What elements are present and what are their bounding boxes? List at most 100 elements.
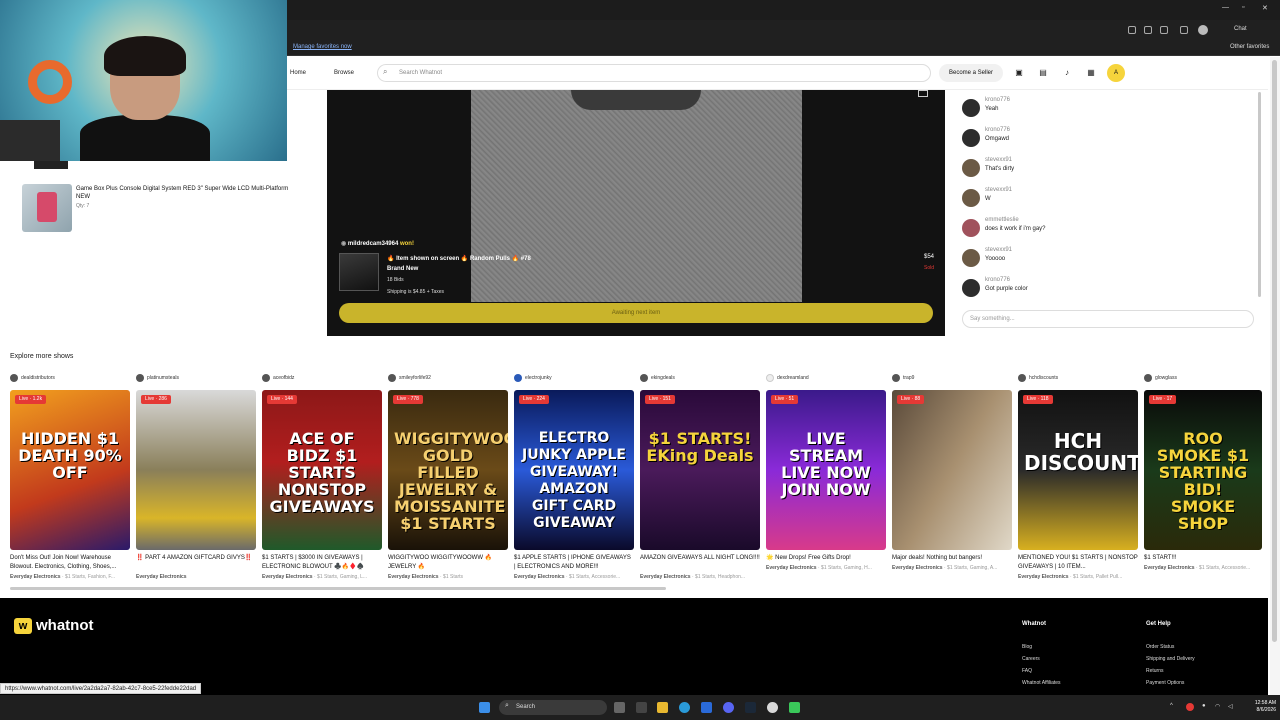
discord-icon[interactable] <box>723 702 734 713</box>
other-favorites[interactable]: Other favorites <box>1230 44 1269 50</box>
chat-scrollbar[interactable] <box>1258 92 1261 297</box>
chat-username[interactable]: stevexx91 <box>985 247 1012 253</box>
footer-link-order-status[interactable]: Order Status <box>1146 644 1174 650</box>
live-badge: Live · 51 <box>771 395 799 404</box>
minimize-icon[interactable]: — <box>1222 4 1229 11</box>
steam-icon[interactable] <box>745 702 756 713</box>
chat-username[interactable]: krono776 <box>985 97 1010 103</box>
extensions-icon[interactable] <box>1160 26 1168 34</box>
footer-link-blog[interactable]: Blog <box>1022 644 1032 650</box>
obs-icon[interactable] <box>767 702 778 713</box>
host-name[interactable]: dealdistributors <box>21 375 55 381</box>
show-card[interactable]: dealdistributors HIDDEN $1 DEATH 90% OFF… <box>10 373 130 585</box>
notifications-bell-icon[interactable]: ♪ <box>1062 68 1072 78</box>
show-title[interactable]: MENTIONED YOU! $1 STARTS | NONSTOP GIVEA… <box>1018 554 1138 572</box>
nav-home[interactable]: Home <box>290 70 306 76</box>
show-thumbnail[interactable]: ROO SMOKE $1 STARTING BID! SMOKE SHOP Liv… <box>1144 390 1262 550</box>
show-card[interactable]: dexdreamland LIVE STREAM LIVE NOW JOIN N… <box>766 373 886 585</box>
show-title[interactable]: $1 APPLE STARTS | IPHONE GIVEAWAYS | ELE… <box>514 554 634 572</box>
host-name[interactable]: glowglass <box>1155 375 1177 381</box>
mic-icon[interactable]: ● <box>1202 703 1206 709</box>
footer-link-careers[interactable]: Careers <box>1022 656 1040 662</box>
footer-link-affiliates[interactable]: Whatnot Affiliates <box>1022 680 1061 686</box>
file-explorer-icon[interactable] <box>657 702 668 713</box>
task-view-icon[interactable] <box>614 702 625 713</box>
show-title[interactable]: Don't Miss Out! Join Now! Warehouse Blow… <box>10 554 130 572</box>
profile-avatar[interactable] <box>1198 25 1208 35</box>
show-card[interactable]: aceofbidz ACE OF BIDZ $1 STARTS NONSTOP … <box>262 373 382 585</box>
item-title[interactable]: Game Box Plus Console Digital System RED… <box>76 185 291 201</box>
favorite-star-icon[interactable] <box>1144 26 1152 34</box>
host-name[interactable]: aceofbidz <box>273 375 294 381</box>
show-thumbnail[interactable]: LIVE STREAM LIVE NOW JOIN NOW Live · 51 <box>766 390 886 550</box>
show-thumbnail[interactable]: WIGGITYWOO GOLD FILLED JEWELRY & MOISSAN… <box>388 390 508 550</box>
taskbar-clock[interactable]: 12:58 AM 8/6/2026 <box>1242 700 1276 714</box>
chat-username[interactable]: krono776 <box>985 127 1010 133</box>
volume-icon[interactable]: ◁ <box>1228 703 1233 710</box>
edge-icon[interactable] <box>679 702 690 713</box>
show-card[interactable]: electrojunky ELECTRO JUNKY APPLE GIVEAWA… <box>514 373 634 585</box>
become-seller-button[interactable]: Become a Seller <box>939 64 1003 82</box>
wifi-icon[interactable]: ◠ <box>1215 703 1220 710</box>
tray-app-icon[interactable] <box>1186 703 1194 711</box>
host-name[interactable]: ekingdeals <box>651 375 675 381</box>
show-thumbnail[interactable]: HCH DISCOUNTS Live · 118 <box>1018 390 1138 550</box>
close-icon[interactable]: ✕ <box>1262 4 1268 12</box>
page-scrollbar[interactable] <box>1272 60 1277 642</box>
show-thumbnail[interactable]: $1 STARTS! EKing Deals Live · 151 <box>640 390 760 550</box>
host-name[interactable]: smileyforlife92 <box>399 375 431 381</box>
host-name[interactable]: hchdiscounts <box>1029 375 1058 381</box>
mail-icon[interactable] <box>701 702 712 713</box>
shows-scrollbar[interactable] <box>10 587 666 590</box>
show-card[interactable]: platinumsteals Live · 286 ‼️ PART 4 AMAZ… <box>136 373 256 585</box>
fullscreen-icon[interactable] <box>918 90 928 97</box>
show-title[interactable]: WIGGITYWOO WIGGITYWOOWW 🔥 JEWELRY 🔥 <box>388 554 508 572</box>
show-title[interactable]: $1 START!!! <box>1144 554 1262 563</box>
show-card[interactable]: glowglass ROO SMOKE $1 STARTING BID! SMO… <box>1144 373 1262 585</box>
show-title[interactable]: Major deals! Nothing but bangers! <box>892 554 1012 563</box>
show-card[interactable]: hchdiscounts HCH DISCOUNTS Live · 118 MEN… <box>1018 373 1138 585</box>
gift-icon[interactable]: ▦ <box>1086 68 1096 78</box>
show-card[interactable]: smileyforlife92 WIGGITYWOO GOLD FILLED J… <box>388 373 508 585</box>
whatnot-logo-icon[interactable]: w <box>14 618 32 634</box>
host-name[interactable]: trap9 <box>903 375 914 381</box>
maximize-icon[interactable]: ▫ <box>1242 4 1244 11</box>
show-card[interactable]: trap9 Live · 88 Major deals! Nothing but… <box>892 373 1012 585</box>
footer-link-payment[interactable]: Payment Options <box>1146 680 1184 686</box>
chat-username[interactable]: stevexx91 <box>985 157 1012 163</box>
search-input[interactable] <box>377 64 931 82</box>
host-name[interactable]: dexdreamland <box>777 375 809 381</box>
show-thumbnail[interactable]: Live · 88 <box>892 390 1012 550</box>
footer-link-faq[interactable]: FAQ <box>1022 668 1032 674</box>
favorites-icon[interactable] <box>1180 26 1188 34</box>
chat-username[interactable]: emmettleslie <box>985 217 1019 223</box>
show-title[interactable]: ‼️ PART 4 AMAZON GIFTCARD GIVYS‼️ <box>136 554 256 563</box>
chat-username[interactable]: krono776 <box>985 277 1010 283</box>
show-thumbnail[interactable]: Live · 286 <box>136 390 256 550</box>
host-name[interactable]: platinumsteals <box>147 375 179 381</box>
tray-overflow-icon[interactable]: ^ <box>1170 703 1173 709</box>
user-avatar[interactable]: A <box>1107 64 1125 82</box>
item-thumbnail[interactable] <box>22 184 72 232</box>
messages-icon[interactable]: ▤ <box>1038 68 1048 78</box>
reading-view-icon[interactable] <box>1128 26 1136 34</box>
show-title[interactable]: $1 STARTS | $3000 IN GIVEAWAYS | ELECTRO… <box>262 554 382 572</box>
nav-browse[interactable]: Browse <box>334 70 354 76</box>
copilot-chat-button[interactable]: Chat <box>1234 26 1247 32</box>
show-card[interactable]: ekingdeals $1 STARTS! EKing Deals Live · … <box>640 373 760 585</box>
host-name[interactable]: electrojunky <box>525 375 552 381</box>
show-thumbnail[interactable]: ELECTRO JUNKY APPLE GIVEAWAY! AMAZON GIF… <box>514 390 634 550</box>
footer-link-returns[interactable]: Returns <box>1146 668 1164 674</box>
show-thumbnail[interactable]: ACE OF BIDZ $1 STARTS NONSTOP GIVEAWAYS L… <box>262 390 382 550</box>
app-icon[interactable] <box>789 702 800 713</box>
show-thumbnail[interactable]: HIDDEN $1 DEATH 90% OFF Live · 1.2k <box>10 390 130 550</box>
chat-username[interactable]: stevexx91 <box>985 187 1012 193</box>
show-title[interactable]: 🌟 New Drops! Free Gifts Drop! <box>766 554 886 563</box>
whatnot-logo[interactable]: whatnot <box>36 617 94 634</box>
widgets-icon[interactable] <box>636 702 647 713</box>
manage-favorites-link[interactable]: Manage favorites now <box>293 44 352 50</box>
start-icon[interactable] <box>479 702 490 713</box>
shipments-icon[interactable]: ▣ <box>1014 68 1024 78</box>
show-title[interactable]: AMAZON GIVEAWAYS ALL NIGHT LONG!!!! <box>640 554 760 563</box>
footer-link-shipping[interactable]: Shipping and Delivery <box>1146 656 1195 662</box>
